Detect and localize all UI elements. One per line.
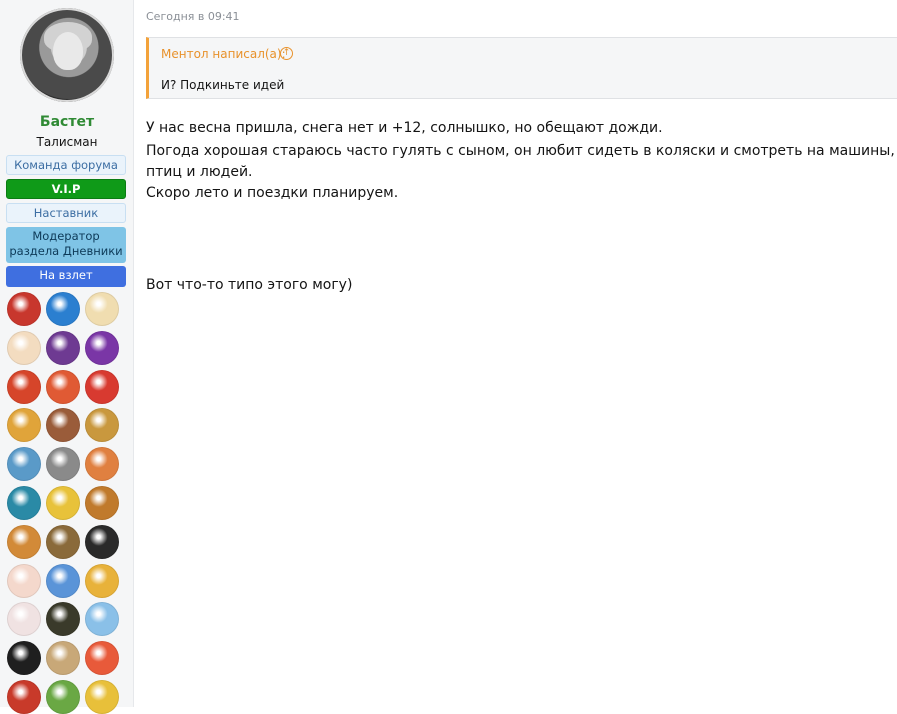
- theater-building-icon[interactable]: [46, 641, 80, 676]
- red-lion-icon[interactable]: [7, 369, 41, 404]
- username[interactable]: Бастет: [0, 114, 134, 130]
- dark-creature-icon[interactable]: [46, 602, 80, 637]
- user-title: Талисман: [36, 135, 98, 149]
- santa-claus-icon[interactable]: [85, 369, 119, 404]
- post-content: Сегодня в 09:41 Ментол написал(а): ↑ И? …: [134, 0, 897, 707]
- gold-emblem-icon[interactable]: [85, 563, 119, 598]
- robot-icon[interactable]: [85, 408, 119, 443]
- mountain-sunset-icon[interactable]: [85, 447, 119, 482]
- badge-vip: V.I.P: [6, 179, 126, 199]
- badge-moderator: Модератор раздела Дневники: [6, 227, 126, 263]
- badge-forum-team: Команда форума: [6, 155, 126, 175]
- gymnast-icon[interactable]: [7, 602, 41, 637]
- brown-stars-icon[interactable]: [46, 524, 80, 559]
- user-sidebar: Бастет Талисман Команда форума V.I.P Нас…: [0, 0, 134, 714]
- post-text-line: птиц и людей.: [146, 164, 253, 180]
- golden-coin-icon[interactable]: [85, 680, 119, 714]
- post-timestamp[interactable]: Сегодня в 09:41: [146, 10, 240, 23]
- quote-text: И? Подкиньте идей: [161, 78, 285, 92]
- treasure-chest-icon[interactable]: [85, 486, 119, 520]
- airplane-icon[interactable]: [46, 563, 80, 598]
- black-cat-icon[interactable]: [7, 641, 41, 676]
- bird-branch-icon[interactable]: [7, 330, 41, 365]
- winter-landscape-icon[interactable]: [85, 602, 119, 637]
- gold-medal-icon[interactable]: [46, 486, 80, 520]
- reading-book-icon[interactable]: [7, 292, 41, 326]
- golden-cat-icon[interactable]: [7, 408, 41, 443]
- suitcase-icon[interactable]: [46, 408, 80, 443]
- mountain-peak-icon[interactable]: [7, 486, 41, 520]
- ballerina-icon[interactable]: [7, 563, 41, 598]
- blue-profile-icon[interactable]: [46, 292, 80, 326]
- post-text-line: У нас весна пришла, снега нет и +12, сол…: [146, 120, 663, 136]
- colorful-flower-icon[interactable]: [85, 641, 119, 676]
- sailing-ship-icon[interactable]: [7, 524, 41, 559]
- post-text-line: Скоро лето и поездки планируем.: [146, 185, 399, 201]
- arrow-up-circle-icon[interactable]: ↑: [280, 47, 293, 60]
- badge-mentor: Наставник: [6, 203, 126, 223]
- purple-silhouette-icon[interactable]: [85, 330, 119, 365]
- red-badge-icon[interactable]: [7, 680, 41, 714]
- feather-quill-icon[interactable]: [46, 447, 80, 482]
- film-clapper-icon[interactable]: [85, 524, 119, 559]
- purple-figure-icon[interactable]: [46, 330, 80, 365]
- avatar[interactable]: [20, 8, 114, 102]
- post-text-line: Вот что-то типо этого могу): [146, 277, 353, 293]
- landscape-icon[interactable]: [46, 680, 80, 714]
- avatar-face: [53, 32, 83, 70]
- world-map-icon[interactable]: [7, 447, 41, 482]
- red-woman-icon[interactable]: [46, 369, 80, 404]
- quote-block: Ментол написал(а): ↑ И? Подкиньте идей: [146, 37, 897, 99]
- post-text-line: Погода хорошая стараюсь часто гулять с с…: [146, 143, 895, 159]
- badge-takeoff: На взлет: [6, 266, 126, 287]
- chef-cartoon-icon[interactable]: [85, 292, 119, 326]
- quote-author[interactable]: Ментол написал(а):: [161, 47, 286, 61]
